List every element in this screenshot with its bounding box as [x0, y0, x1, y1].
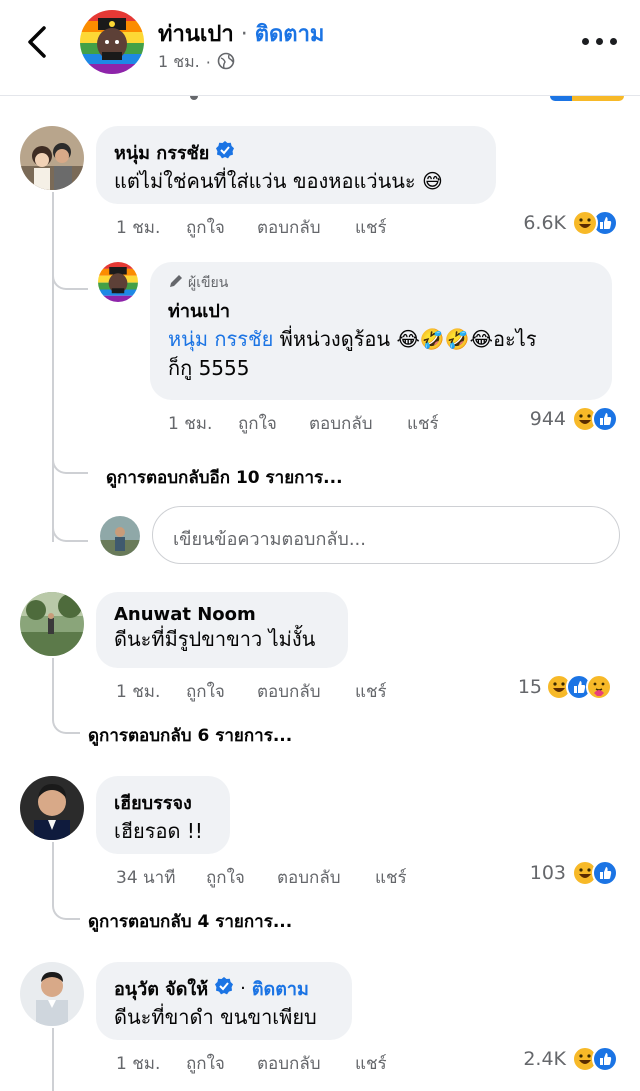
like-button[interactable]: ถูกใจ	[238, 410, 309, 437]
thread-branch	[52, 690, 80, 734]
share-button[interactable]: แชร์	[355, 214, 387, 241]
mention-link[interactable]: หนุ่ม กรรชัย	[168, 327, 273, 351]
commenter-avatar[interactable]	[20, 776, 84, 840]
share-button[interactable]: แชร์	[355, 678, 387, 705]
post-time[interactable]: 1 ชม.	[158, 50, 200, 75]
previous-reactions-peek	[550, 96, 624, 101]
reactions[interactable]	[546, 674, 612, 700]
post-meta: 1 ชม. ·	[158, 50, 235, 75]
reply-button[interactable]: ตอบกลับ	[277, 864, 375, 891]
comment-actions: 1 ชม. ถูกใจ ตอบกลับ แชร์	[116, 1050, 387, 1077]
more-options-icon[interactable]	[582, 36, 618, 48]
page-avatar[interactable]	[80, 10, 144, 74]
reaction-count[interactable]: 103	[500, 862, 566, 884]
reply-button[interactable]: ตอบกลับ	[309, 410, 407, 437]
thread-branch	[52, 240, 88, 290]
comment-bubble[interactable]: เฮียบรรจง เฮียรอด !!	[96, 776, 230, 854]
comment-actions: 1 ชม. ถูกใจ ตอบกลับ แชร์	[116, 214, 387, 241]
comment-bubble[interactable]: หนุ่ม กรรชัย แต่ไม่ใช่คนที่ใส่แว่น ของหอ…	[96, 126, 496, 204]
verified-badge-icon	[214, 976, 234, 1001]
reply-text-line1: พี่หน่วงดูร้อน 😂🤣🤣😂อะไร	[273, 327, 537, 351]
view-more-replies[interactable]: ดูการตอบกลับอีก 10 รายการ...	[106, 464, 343, 491]
back-arrow-icon[interactable]	[22, 22, 56, 62]
follow-button[interactable]: ติดตาม	[252, 974, 309, 1003]
reaction-count[interactable]: 15	[480, 676, 542, 698]
commenter-avatar[interactable]	[20, 962, 84, 1026]
author-badge: ผู้เขียน	[168, 272, 594, 294]
reactions[interactable]	[572, 406, 618, 432]
comment-bubble[interactable]: Anuwat Noom ดีนะที่มีรูปขาขาว ไม่งั้น	[96, 592, 348, 668]
comment-time[interactable]: 1 ชม.	[116, 214, 186, 241]
care-reaction-icon	[586, 674, 612, 700]
comment-author-line: อนุวัต จัดให้ · ติดตาม	[114, 974, 334, 1003]
comment-text: เฮียรอด !!	[114, 819, 203, 843]
like-reaction-icon	[592, 860, 618, 886]
comment-text: แต่ไม่ใช่คนที่ใส่แว่น ของหอแว่นนะ 😅	[114, 169, 443, 193]
reply-actions: 1 ชม. ถูกใจ ตอบกลับ แชร์	[168, 410, 439, 437]
reply-text-line2: ก็กู 5555	[168, 356, 250, 380]
commenter-avatar[interactable]	[20, 592, 84, 656]
reply-text: หนุ่ม กรรชัย พี่หน่วงดูร้อน 😂🤣🤣😂อะไรก็กู…	[168, 325, 594, 383]
author-pen-icon	[168, 273, 184, 293]
reply-author[interactable]: ท่านเปา	[168, 296, 594, 325]
name-separator: ·	[233, 22, 255, 47]
page-name[interactable]: ท่านเปา	[158, 22, 234, 47]
comment-time[interactable]: 1 ชม.	[116, 1050, 186, 1077]
reply-author-avatar[interactable]	[98, 262, 138, 302]
view-more-replies[interactable]: ดูการตอบกลับ 6 รายการ...	[88, 722, 292, 749]
thread-branch	[52, 490, 88, 542]
commenter-avatar[interactable]	[20, 126, 84, 190]
verified-badge-icon	[215, 140, 235, 165]
comment-author-line: หนุ่ม กรรชัย	[114, 138, 478, 167]
reply-time[interactable]: 1 ชม.	[168, 410, 238, 437]
thread-branch	[52, 430, 88, 474]
page-name-line: ท่านเปา · ติดตาม	[158, 16, 324, 51]
reactions[interactable]	[572, 210, 618, 236]
reply-input[interactable]: เขียนข้อความตอบกลับ...	[152, 506, 620, 564]
follow-dot: ·	[240, 978, 246, 999]
comment-time[interactable]: 1 ชม.	[116, 678, 186, 705]
share-button[interactable]: แชร์	[355, 1050, 387, 1077]
comment-time[interactable]: 34 นาที	[116, 864, 206, 891]
haha-reaction-icon	[572, 210, 598, 236]
comment-author[interactable]: เฮียบรรจง	[114, 788, 212, 817]
reply-button[interactable]: ตอบกลับ	[257, 1050, 355, 1077]
share-button[interactable]: แชร์	[407, 410, 439, 437]
like-button[interactable]: ถูกใจ	[186, 1050, 257, 1077]
like-reaction-icon	[592, 406, 618, 432]
reaction-count[interactable]: 6.6K	[500, 212, 566, 234]
comment-actions: 1 ชม. ถูกใจ ตอบกลับ แชร์	[116, 678, 387, 705]
reaction-count[interactable]: 2.4K	[500, 1048, 566, 1070]
comment-author[interactable]: หนุ่ม กรรชัย	[114, 138, 209, 167]
reactions[interactable]	[572, 1046, 618, 1072]
comment-author[interactable]: Anuwat Noom	[114, 604, 330, 625]
current-user-avatar	[100, 516, 140, 556]
previous-content-peek	[190, 96, 198, 100]
public-globe-icon	[217, 52, 235, 74]
follow-button[interactable]: ติดตาม	[255, 22, 325, 47]
thread-branch	[52, 874, 80, 920]
reactions[interactable]	[572, 860, 618, 886]
reply-button[interactable]: ตอบกลับ	[257, 678, 355, 705]
comment-text: ดีนะที่มีรูปขาขาว ไม่งั้น	[114, 627, 316, 651]
reply-bubble[interactable]: ผู้เขียน ท่านเปา หนุ่ม กรรชัย พี่หน่วงดู…	[150, 262, 612, 400]
share-button[interactable]: แชร์	[375, 864, 407, 891]
author-badge-label: ผู้เขียน	[188, 275, 229, 291]
comment-text: ดีนะที่ขาดำ ขนขาเพียบ	[114, 1005, 317, 1029]
reaction-count[interactable]: 944	[500, 408, 566, 430]
comment-bubble[interactable]: อนุวัต จัดให้ · ติดตาม ดีนะที่ขาดำ ขนขาเ…	[96, 962, 352, 1040]
like-button[interactable]: ถูกใจ	[206, 864, 277, 891]
thread-line	[52, 1028, 54, 1091]
like-button[interactable]: ถูกใจ	[186, 214, 257, 241]
meta-dot: ·	[205, 53, 211, 72]
like-reaction-icon	[592, 1046, 618, 1072]
like-button[interactable]: ถูกใจ	[186, 678, 257, 705]
post-header: ท่านเปา · ติดตาม 1 ชม. ·	[0, 0, 640, 96]
comment-actions: 34 นาที ถูกใจ ตอบกลับ แชร์	[116, 864, 407, 891]
view-more-replies[interactable]: ดูการตอบกลับ 4 รายการ...	[88, 908, 292, 935]
reply-button[interactable]: ตอบกลับ	[257, 214, 355, 241]
comment-author[interactable]: อนุวัต จัดให้	[114, 974, 208, 1003]
